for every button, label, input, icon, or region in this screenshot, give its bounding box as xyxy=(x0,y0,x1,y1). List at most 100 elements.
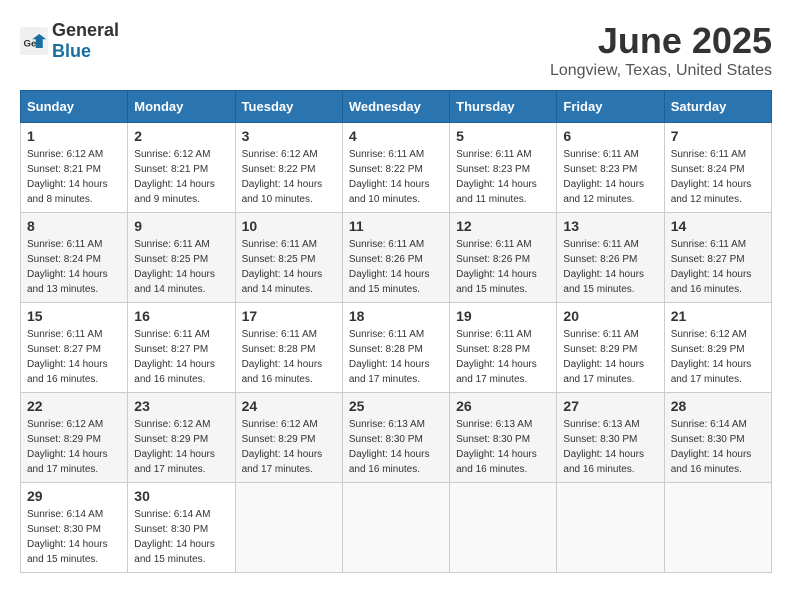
calendar-header-row: Sunday Monday Tuesday Wednesday Thursday… xyxy=(21,91,772,123)
day-info: Sunrise: 6:11 AMSunset: 8:23 PMDaylight:… xyxy=(563,147,657,207)
title-area: June 2025 Longview, Texas, United States xyxy=(550,20,772,80)
calendar-cell xyxy=(235,483,342,573)
calendar-cell xyxy=(557,483,664,573)
day-info: Sunrise: 6:12 AMSunset: 8:29 PMDaylight:… xyxy=(242,417,336,477)
calendar-cell xyxy=(342,483,449,573)
day-info: Sunrise: 6:11 AMSunset: 8:27 PMDaylight:… xyxy=(134,327,228,387)
day-info: Sunrise: 6:11 AMSunset: 8:24 PMDaylight:… xyxy=(671,147,765,207)
logo-icon: Gen xyxy=(20,27,48,55)
calendar-row-2: 8Sunrise: 6:11 AMSunset: 8:24 PMDaylight… xyxy=(21,213,772,303)
day-number: 14 xyxy=(671,218,765,234)
day-number: 30 xyxy=(134,488,228,504)
calendar-row-3: 15 Sunrise: 6:11 AMSunset: 8:27 PMDayligh… xyxy=(21,303,772,393)
logo-text: General Blue xyxy=(52,20,119,62)
calendar-row-5: 29 Sunrise: 6:14 AMSunset: 8:30 PMDayligh… xyxy=(21,483,772,573)
day-info: Sunrise: 6:11 AMSunset: 8:25 PMDaylight:… xyxy=(242,237,336,297)
calendar-cell: 17 Sunrise: 6:11 AMSunset: 8:28 PMDayligh… xyxy=(235,303,342,393)
calendar-table: Sunday Monday Tuesday Wednesday Thursday… xyxy=(20,90,772,573)
calendar-cell: 15 Sunrise: 6:11 AMSunset: 8:27 PMDayligh… xyxy=(21,303,128,393)
calendar-cell: 5Sunrise: 6:11 AMSunset: 8:23 PMDaylight… xyxy=(450,123,557,213)
day-info: Sunrise: 6:13 AMSunset: 8:30 PMDaylight:… xyxy=(349,417,443,477)
day-number: 24 xyxy=(242,398,336,414)
col-friday: Friday xyxy=(557,91,664,123)
logo-blue: Blue xyxy=(52,41,91,61)
day-info: Sunrise: 6:11 AMSunset: 8:28 PMDaylight:… xyxy=(349,327,443,387)
day-info: Sunrise: 6:11 AMSunset: 8:24 PMDaylight:… xyxy=(27,237,121,297)
calendar-cell: 24 Sunrise: 6:12 AMSunset: 8:29 PMDayligh… xyxy=(235,393,342,483)
day-info: Sunrise: 6:11 AMSunset: 8:27 PMDaylight:… xyxy=(27,327,121,387)
calendar-cell: 12 Sunrise: 6:11 AMSunset: 8:26 PMDayligh… xyxy=(450,213,557,303)
calendar-cell: 2Sunrise: 6:12 AMSunset: 8:21 PMDaylight… xyxy=(128,123,235,213)
day-info: Sunrise: 6:11 AMSunset: 8:28 PMDaylight:… xyxy=(242,327,336,387)
day-number: 20 xyxy=(563,308,657,324)
calendar-cell: 6 Sunrise: 6:11 AMSunset: 8:23 PMDaylight… xyxy=(557,123,664,213)
day-number: 9 xyxy=(134,218,228,234)
day-number: 26 xyxy=(456,398,550,414)
day-number: 5 xyxy=(456,128,550,144)
day-number: 15 xyxy=(27,308,121,324)
col-thursday: Thursday xyxy=(450,91,557,123)
month-title: June 2025 xyxy=(550,20,772,62)
day-info: Sunrise: 6:12 AMSunset: 8:22 PMDaylight:… xyxy=(242,147,336,207)
calendar-cell: 22 Sunrise: 6:12 AMSunset: 8:29 PMDayligh… xyxy=(21,393,128,483)
day-info: Sunrise: 6:11 AMSunset: 8:25 PMDaylight:… xyxy=(134,237,228,297)
day-number: 21 xyxy=(671,308,765,324)
day-info: Sunrise: 6:13 AMSunset: 8:30 PMDaylight:… xyxy=(456,417,550,477)
calendar-cell: 26 Sunrise: 6:13 AMSunset: 8:30 PMDayligh… xyxy=(450,393,557,483)
calendar-cell xyxy=(450,483,557,573)
logo: Gen General Blue xyxy=(20,20,119,62)
calendar-cell: 21 Sunrise: 6:12 AMSunset: 8:29 PMDayligh… xyxy=(664,303,771,393)
day-number: 6 xyxy=(563,128,657,144)
day-number: 4 xyxy=(349,128,443,144)
day-info: Sunrise: 6:14 AMSunset: 8:30 PMDaylight:… xyxy=(27,507,121,567)
calendar-cell: 27 Sunrise: 6:13 AMSunset: 8:30 PMDayligh… xyxy=(557,393,664,483)
calendar-cell: 4 Sunrise: 6:11 AMSunset: 8:22 PMDaylight… xyxy=(342,123,449,213)
day-number: 27 xyxy=(563,398,657,414)
day-info: Sunrise: 6:11 AMSunset: 8:28 PMDaylight:… xyxy=(456,327,550,387)
calendar-cell xyxy=(664,483,771,573)
calendar-cell: 30 Sunrise: 6:14 AMSunset: 8:30 PMDayligh… xyxy=(128,483,235,573)
day-info: Sunrise: 6:11 AMSunset: 8:22 PMDaylight:… xyxy=(349,147,443,207)
day-number: 7 xyxy=(671,128,765,144)
calendar-cell: 7 Sunrise: 6:11 AMSunset: 8:24 PMDaylight… xyxy=(664,123,771,213)
day-number: 29 xyxy=(27,488,121,504)
day-number: 18 xyxy=(349,308,443,324)
day-info: Sunrise: 6:11 AMSunset: 8:26 PMDaylight:… xyxy=(349,237,443,297)
day-number: 11 xyxy=(349,218,443,234)
day-number: 16 xyxy=(134,308,228,324)
day-number: 22 xyxy=(27,398,121,414)
calendar-cell: 23Sunrise: 6:12 AMSunset: 8:29 PMDayligh… xyxy=(128,393,235,483)
calendar-cell: 10 Sunrise: 6:11 AMSunset: 8:25 PMDayligh… xyxy=(235,213,342,303)
calendar-cell: 28 Sunrise: 6:14 AMSunset: 8:30 PMDayligh… xyxy=(664,393,771,483)
day-info: Sunrise: 6:13 AMSunset: 8:30 PMDaylight:… xyxy=(563,417,657,477)
calendar-cell: 18 Sunrise: 6:11 AMSunset: 8:28 PMDayligh… xyxy=(342,303,449,393)
day-number: 17 xyxy=(242,308,336,324)
calendar-cell: 3Sunrise: 6:12 AMSunset: 8:22 PMDaylight… xyxy=(235,123,342,213)
day-number: 1 xyxy=(27,128,121,144)
col-wednesday: Wednesday xyxy=(342,91,449,123)
calendar-cell: 11 Sunrise: 6:11 AMSunset: 8:26 PMDayligh… xyxy=(342,213,449,303)
calendar-cell: 13Sunrise: 6:11 AMSunset: 8:26 PMDayligh… xyxy=(557,213,664,303)
day-number: 19 xyxy=(456,308,550,324)
day-number: 12 xyxy=(456,218,550,234)
day-number: 10 xyxy=(242,218,336,234)
day-number: 28 xyxy=(671,398,765,414)
day-info: Sunrise: 6:12 AMSunset: 8:29 PMDaylight:… xyxy=(671,327,765,387)
location-title: Longview, Texas, United States xyxy=(550,62,772,80)
day-info: Sunrise: 6:12 AMSunset: 8:21 PMDaylight:… xyxy=(27,147,121,207)
day-number: 25 xyxy=(349,398,443,414)
page-header: Gen General Blue June 2025 Longview, Tex… xyxy=(20,20,772,80)
day-number: 2 xyxy=(134,128,228,144)
day-number: 23 xyxy=(134,398,228,414)
calendar-row-1: 1 Sunrise: 6:12 AMSunset: 8:21 PMDaylight… xyxy=(21,123,772,213)
day-info: Sunrise: 6:12 AMSunset: 8:29 PMDaylight:… xyxy=(27,417,121,477)
calendar-cell: 19 Sunrise: 6:11 AMSunset: 8:28 PMDayligh… xyxy=(450,303,557,393)
logo-general: General xyxy=(52,20,119,40)
calendar-cell: 29 Sunrise: 6:14 AMSunset: 8:30 PMDayligh… xyxy=(21,483,128,573)
calendar-cell: 1 Sunrise: 6:12 AMSunset: 8:21 PMDaylight… xyxy=(21,123,128,213)
day-info: Sunrise: 6:11 AMSunset: 8:29 PMDaylight:… xyxy=(563,327,657,387)
day-info: Sunrise: 6:14 AMSunset: 8:30 PMDaylight:… xyxy=(671,417,765,477)
day-info: Sunrise: 6:11 AMSunset: 8:26 PMDaylight:… xyxy=(456,237,550,297)
day-info: Sunrise: 6:14 AMSunset: 8:30 PMDaylight:… xyxy=(134,507,228,567)
day-info: Sunrise: 6:11 AMSunset: 8:26 PMDaylight:… xyxy=(563,237,657,297)
